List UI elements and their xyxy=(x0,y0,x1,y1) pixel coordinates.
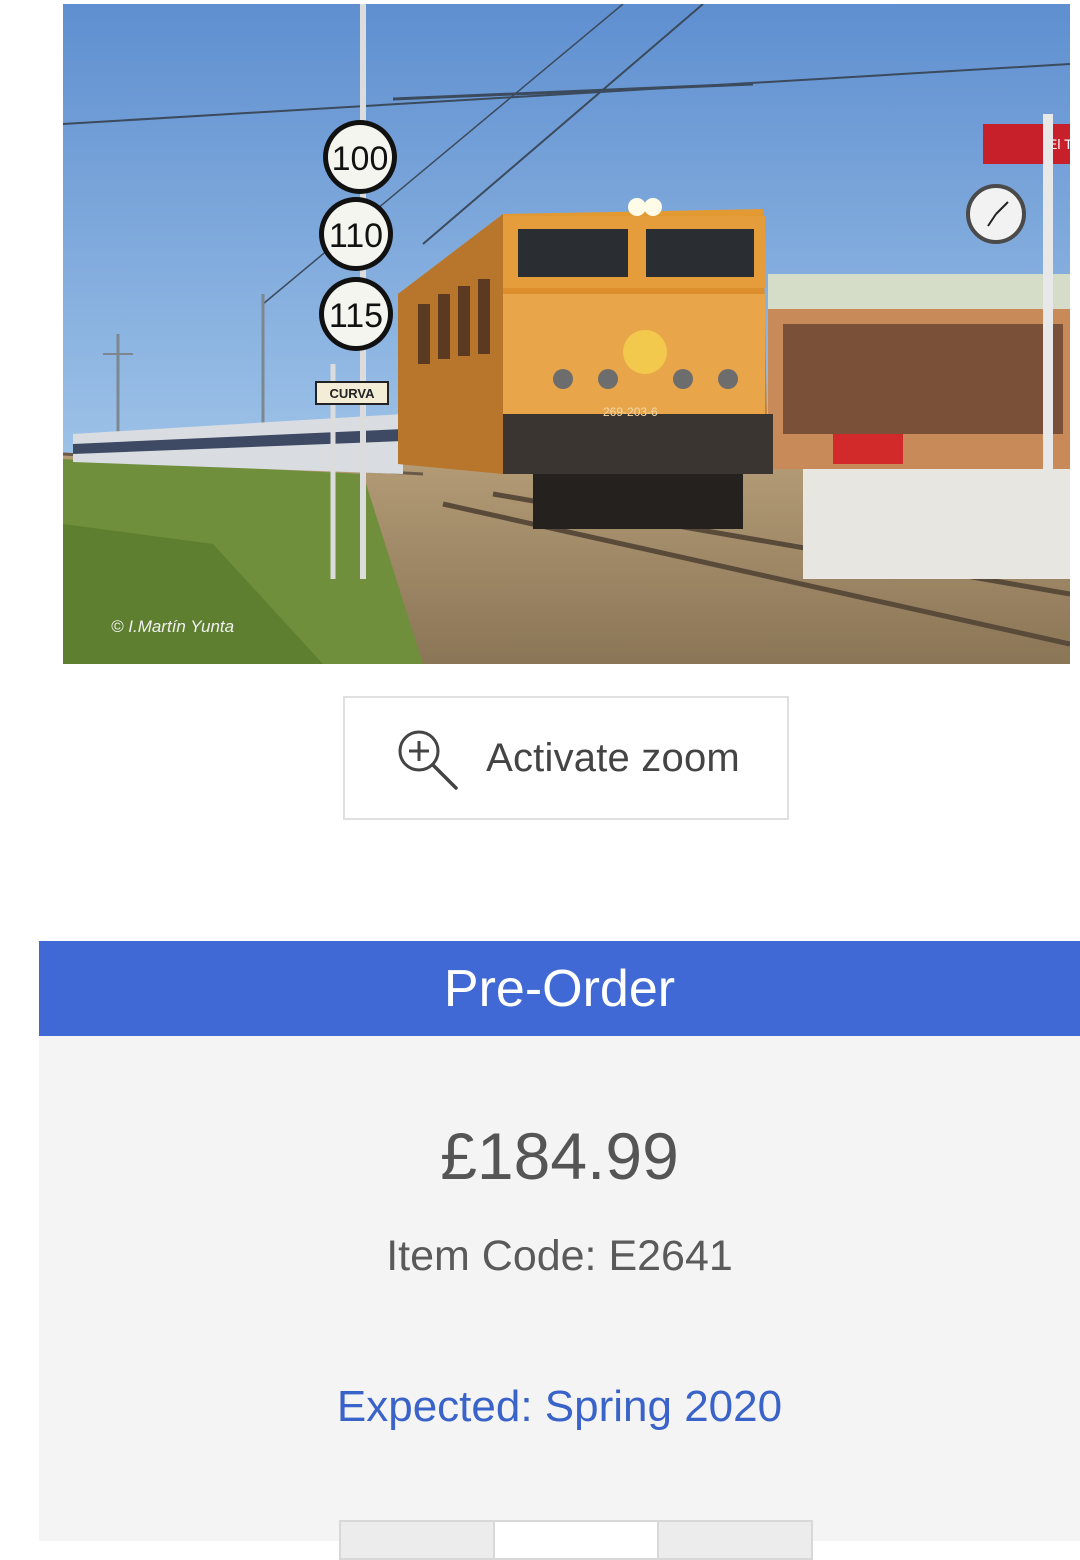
speed-sign-100: 100 xyxy=(332,140,389,178)
photo-credit: © I.Martín Yunta xyxy=(111,617,234,636)
speed-sign-115: 115 xyxy=(329,297,383,335)
expected-date: Expected: Spring 2020 xyxy=(336,1382,783,1431)
activate-zoom-label: Activate zoom xyxy=(486,735,740,780)
pre-order-banner: Pre-Order xyxy=(39,941,1080,1036)
zoom-in-icon xyxy=(392,724,460,792)
quantity-decrement-button[interactable] xyxy=(339,1520,495,1560)
item-code: Item Code: E2641 xyxy=(386,1232,733,1280)
curve-sign: CURVA xyxy=(329,386,375,401)
pre-order-label: Pre-Order xyxy=(443,959,676,1018)
activate-zoom-button[interactable]: Activate zoom xyxy=(343,696,789,820)
loco-number: 269-203-6 xyxy=(603,405,658,419)
quantity-increment-button[interactable] xyxy=(657,1520,813,1560)
quantity-input[interactable] xyxy=(495,1520,657,1560)
speed-sign-110: 110 xyxy=(329,217,383,255)
product-price: £184.99 xyxy=(440,1119,679,1193)
quantity-stepper xyxy=(339,1520,815,1560)
product-info-panel: £184.99 Item Code: E2641 Expected: Sprin… xyxy=(39,1036,1080,1560)
product-image[interactable]: El Te 269-203-6 100 xyxy=(63,4,1070,664)
